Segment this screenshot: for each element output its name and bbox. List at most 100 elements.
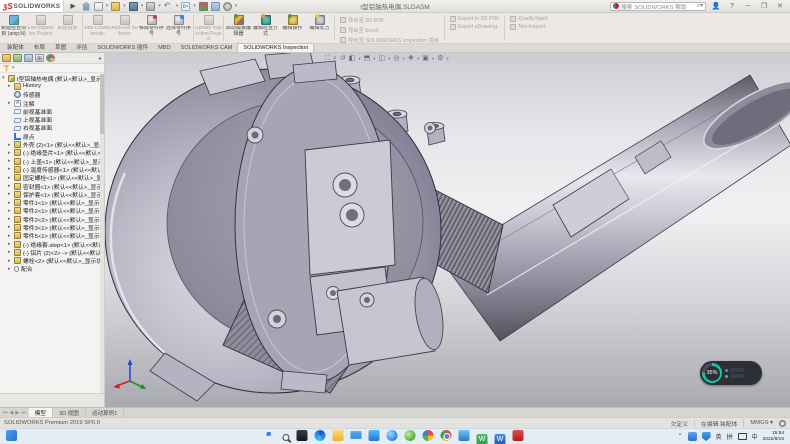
property-manager-tab-icon[interactable] [13,54,22,62]
apply-scene-icon[interactable]: ▣ [422,54,429,63]
ime-lang-indicator[interactable]: 中 [752,432,758,441]
tab-solidworks-inspection[interactable]: SOLIDWORKS Inspection [237,43,314,52]
ime-indicator[interactable]: 英 [716,432,722,441]
tree-row-mates[interactable]: ▸配合 [0,265,100,273]
search-box[interactable]: 搜索 SOLIDWORKS 帮助 ⌕▾ [610,2,706,11]
close-button[interactable]: ✕ [774,2,786,10]
screen-recorder-overlay[interactable]: 35% [700,361,762,385]
tab-layout[interactable]: 布局 [29,42,50,52]
zoom-fit-icon[interactable]: ⛶ [325,54,330,63]
launch-template-editor-icon [234,15,244,25]
recorder-pause-button[interactable] [725,368,744,372]
status-badge-icon[interactable] [779,420,786,427]
search-icon[interactable]: ⌕▾ [697,2,703,10]
file-explorer-icon[interactable] [333,430,344,441]
open-file-icon[interactable] [111,2,120,11]
tree-filter[interactable]: ▾ [0,64,104,73]
tab-motion-study[interactable]: 运动算例1 [86,408,125,417]
solidworks-logo[interactable]: ʒS SOLIDWORKS [0,0,64,12]
home-icon[interactable] [82,2,91,11]
reader-app-icon[interactable] [459,430,470,441]
tab-sketch[interactable]: 草图 [50,42,71,52]
view-settings-icon[interactable]: ⚙ [437,54,443,63]
tab-addins[interactable]: SOLIDWORKS 插件 [92,42,153,52]
launch-template-editor-button[interactable]: 启动模板编辑器 [225,13,252,43]
bing-icon[interactable] [387,430,398,441]
part-icon [14,141,21,148]
taskbar-search-icon[interactable] [283,434,290,441]
tab-assembly[interactable]: 装配体 [2,42,29,52]
widgets-icon[interactable] [6,430,17,441]
dimxpert-manager-tab-icon[interactable]: ⊕ [35,54,44,62]
solidworks-taskbar-icon[interactable] [513,430,524,441]
ime-secondary-indicator[interactable]: 拼 [727,432,733,441]
chrome-icon[interactable] [441,430,452,441]
monitor-icon[interactable] [738,433,747,440]
edit-inspection-method-button[interactable]: 编辑检查方式 [252,13,279,43]
rebuild-icon[interactable] [199,2,208,11]
panel-splitter[interactable] [0,393,104,407]
graphics-viewport[interactable]: ⛶ ⌕ ↺ ◧▾ ⬒▾ ◫▾ ◎▾ ❖▾ ▣▾ ⚙▾ [105,53,790,407]
file-properties-icon[interactable] [211,2,220,11]
green-app-icon[interactable] [405,430,416,441]
feature-tree: ▾t型铝轴热电偶 (默认<默认>_显示状态-1 ▸History 传感器 ▸注解… [0,74,100,393]
section-view-icon[interactable]: ◧ [349,54,356,63]
undo-icon[interactable]: ↶ [164,2,173,11]
search-placeholder: 搜索 SOLIDWORKS 帮助 [621,2,687,11]
edit-operation-button[interactable]: 编辑操作 [279,13,306,43]
tab-3d-views[interactable]: 3D 视图 [53,408,86,417]
feature-tree-tab-icon[interactable] [2,54,11,62]
tree-row-sensors[interactable]: 传感器 [0,91,100,99]
recorder-stop-button[interactable] [725,374,744,378]
select-balloons-button[interactable]: 选择零件序号 [165,13,192,43]
tab-solidworks-cam[interactable]: SOLIDWORKS CAM [176,44,238,52]
edit-macro-button[interactable]: 编辑宏方 [306,13,333,43]
options-gear-icon[interactable] [223,2,232,11]
taskbar-clock[interactable]: 15:54 2022/8/15 [763,431,784,442]
photos-app-icon[interactable] [423,430,434,441]
word-icon[interactable]: W [495,434,506,444]
mail-icon[interactable] [351,430,362,441]
view-orientation-icon[interactable]: ⬒ [364,54,371,63]
display-manager-tab-icon[interactable] [46,54,55,62]
edge-browser-icon[interactable] [315,430,326,441]
configuration-manager-tab-icon[interactable] [24,54,33,62]
hide-show-items-icon[interactable]: ◎ [393,54,399,63]
login-icon[interactable]: 👤 [710,2,722,10]
task-view-icon[interactable] [297,430,308,441]
edit-appearance-icon[interactable]: ❖ [408,54,414,63]
tree-row-root[interactable]: ▾t型铝轴热电偶 (默认<默认>_显示状态-1 [0,74,100,82]
restore-button[interactable]: ❐ [758,2,770,10]
display-style-icon[interactable]: ◫ [378,54,385,63]
tray-blue-app-icon[interactable] [688,432,697,441]
print-icon[interactable] [146,2,155,11]
minimize-button[interactable]: ─ [742,3,754,10]
logo-expand-arrow[interactable]: ▶ [70,2,75,10]
help-icon[interactable]: ? [726,3,738,10]
tree-row-component[interactable]: ▸螺栓<2> (默认<<默认>_显示状态 [0,257,100,265]
tab-mbd[interactable]: MBD [153,44,175,52]
tab-scroll-arrows[interactable]: ⏮◀▶⏭ [0,408,29,417]
remove-balloons-button[interactable]: 移除零件序号 [138,13,165,43]
tree-scrollbar[interactable] [100,74,104,393]
editing-state-label: 在编辑 装配体 [701,419,737,428]
select-cursor-icon[interactable]: ▻ [181,2,190,11]
save-icon[interactable] [129,2,138,11]
zoom-area-icon[interactable]: ⌕ [333,54,337,63]
previous-view-icon[interactable]: ↺ [340,54,346,63]
wps-icon[interactable]: W [477,434,488,444]
panel-tabs-overflow-icon[interactable]: ▸ [99,55,102,62]
hidden-icons-chevron[interactable]: ⌃ [678,433,683,440]
part-icon [14,158,21,165]
tree-row-history[interactable]: ▸History [0,82,100,90]
tab-evaluate[interactable]: 评估 [71,42,92,52]
tab-model[interactable]: 模型 [29,408,53,417]
microsoft-store-icon[interactable] [369,430,380,441]
tree-row-right-plane[interactable]: 右视基准面 [0,124,100,132]
units-selector[interactable]: MMGS ▾ [750,420,773,426]
start-button-icon[interactable] [267,432,276,441]
new-file-icon[interactable] [94,2,103,11]
feature-manager-panel: ⊕ ▸ ▾ ▾t型铝轴热电偶 (默认<默认>_显示状态-1 ▸History 传… [0,53,105,407]
new-inspection-project-button[interactable]: 新建检查项目 (amp;N) [0,13,27,43]
security-shield-icon[interactable] [702,432,711,441]
